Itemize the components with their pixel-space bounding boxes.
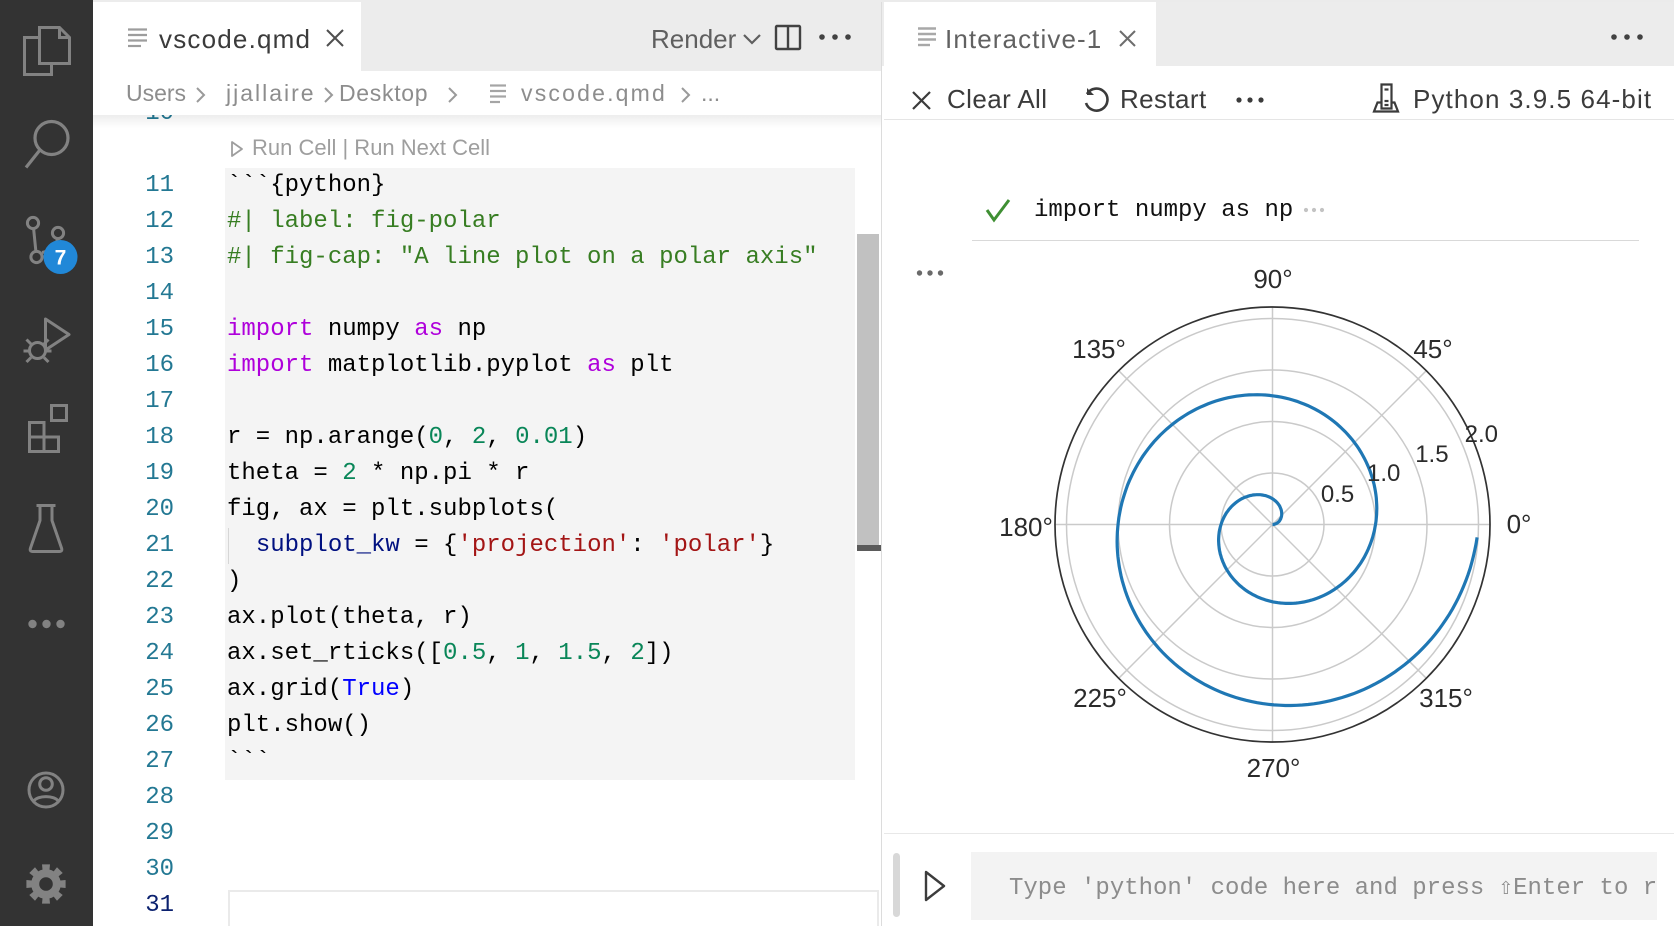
svg-text:0.5: 0.5 — [1321, 481, 1354, 508]
svg-text:1.0: 1.0 — [1367, 460, 1400, 487]
svg-text:0°: 0° — [1507, 509, 1532, 539]
svg-text:90°: 90° — [1253, 264, 1292, 294]
svg-text:180°: 180° — [999, 512, 1053, 542]
svg-text:135°: 135° — [1072, 334, 1126, 364]
svg-text:315°: 315° — [1419, 683, 1473, 713]
svg-text:270°: 270° — [1247, 753, 1301, 783]
svg-text:7: 7 — [55, 247, 67, 270]
svg-text:225°: 225° — [1073, 683, 1127, 713]
svg-text:45°: 45° — [1413, 334, 1452, 364]
svg-text:2.0: 2.0 — [1465, 421, 1498, 448]
svg-text:1.5: 1.5 — [1415, 441, 1448, 468]
